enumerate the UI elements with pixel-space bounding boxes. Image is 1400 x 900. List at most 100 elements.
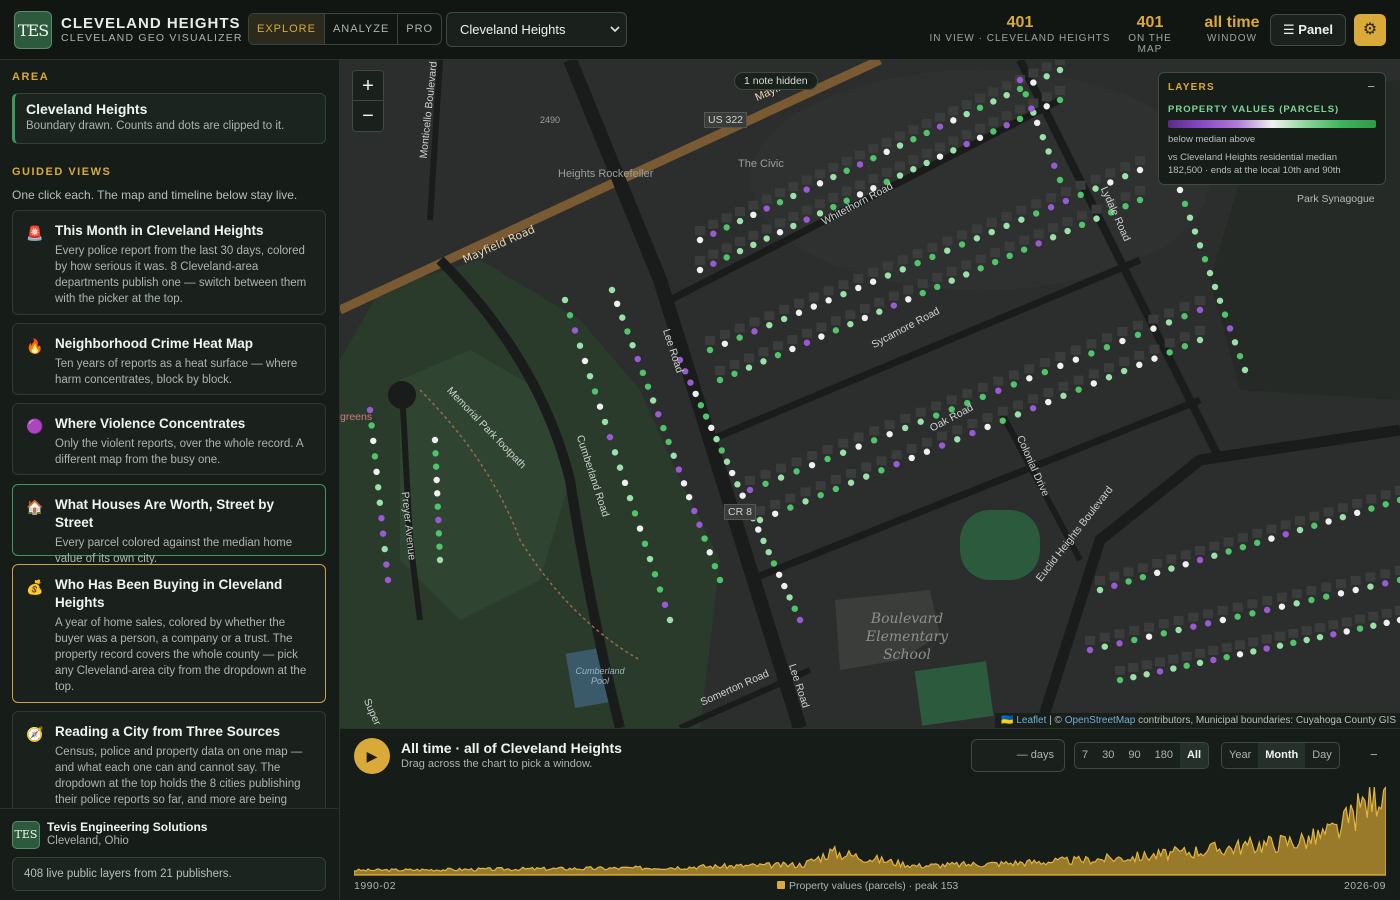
- house-footprint: [908, 155, 919, 165]
- house-footprint: [971, 224, 982, 234]
- house-footprint: [761, 224, 772, 234]
- play-button[interactable]: ▶: [354, 738, 390, 774]
- parcel-dot: [1249, 610, 1256, 617]
- city-select[interactable]: Cleveland Heights: [446, 12, 627, 47]
- guided-view-house-values[interactable]: 🏠 What Houses Are Worth, Street by Stree…: [12, 484, 326, 565]
- guided-view-title: Neighborhood Crime Heat Map: [55, 336, 254, 351]
- house-footprint: [882, 261, 893, 271]
- house-footprint: [1077, 210, 1088, 220]
- house-footprint: [1181, 651, 1192, 661]
- map-label-cr8: CR 8: [724, 504, 756, 520]
- guided-view-desc: Every parcel colored against the median …: [55, 537, 293, 565]
- parcel-dot: [1006, 252, 1013, 260]
- timeline-chart[interactable]: [354, 783, 1386, 879]
- parcel-dot: [1134, 331, 1142, 339]
- parcel-dot: [1236, 352, 1244, 360]
- parcel-dot: [644, 383, 652, 390]
- leaflet-link[interactable]: Leaflet: [1016, 715, 1046, 726]
- range-180[interactable]: 180: [1148, 743, 1180, 768]
- parcel-dot: [1016, 85, 1024, 93]
- parcel-dot: [950, 117, 957, 124]
- org-location: Cleveland, Ohio: [47, 835, 129, 847]
- parcel-dot: [1062, 197, 1070, 205]
- parcel-dot: [634, 355, 641, 363]
- settings-button[interactable]: ⚙: [1354, 14, 1386, 46]
- mode-explore-tab[interactable]: EXPLORE: [249, 14, 325, 44]
- parcel-dot: [847, 320, 854, 328]
- house-footprint: [788, 181, 799, 191]
- parcel-dot: [988, 228, 995, 236]
- parcel-dot: [934, 283, 941, 291]
- panel-toggle-button[interactable]: ☰ Panel: [1270, 14, 1346, 46]
- house-footprint: [1073, 375, 1084, 385]
- parcel-dot: [1370, 622, 1377, 629]
- baseline-text: vs Cleveland Heights residential median: [1168, 152, 1337, 163]
- layers-minimize-button[interactable]: −: [1367, 79, 1375, 94]
- house-footprint: [1041, 92, 1052, 102]
- house-footprint: [1088, 369, 1099, 379]
- attribution-text: contributors, Municipal boundaries: Cuya…: [1135, 715, 1396, 726]
- granularity-month[interactable]: Month: [1258, 743, 1306, 768]
- mode-pro-tab[interactable]: PRO: [398, 14, 441, 44]
- house-footprint: [785, 493, 796, 503]
- parcel-dot: [1119, 337, 1126, 345]
- house-footprint: [1115, 666, 1125, 675]
- timeline-legend: Property values (parcels) · peak 153: [777, 880, 958, 892]
- mode-analyze-tab[interactable]: ANALYZE: [325, 14, 399, 44]
- parcel-dot: [1166, 349, 1173, 356]
- parcel-dot: [1116, 676, 1124, 684]
- guided-view-buyers[interactable]: 💰 Who Has Been Buying in Cleveland Heigh…: [12, 564, 326, 703]
- parcel-dot: [706, 549, 713, 556]
- house-footprint: [1203, 609, 1214, 619]
- parcel-dot: [893, 460, 900, 468]
- guided-view-this-month[interactable]: 🚨 This Month in Cleveland Heights Every …: [12, 210, 326, 315]
- map-view[interactable]: Mayfield Road Mayfield US 322 Heights Ro…: [340, 60, 1400, 728]
- house-footprint: [1135, 186, 1145, 195]
- house-footprint: [1195, 648, 1205, 658]
- house-footprint: [961, 260, 972, 270]
- house-footprint: [764, 311, 775, 321]
- house-footprint: [828, 193, 839, 203]
- timeline-minimize-button[interactable]: −: [1370, 747, 1378, 762]
- house-footprint: [982, 412, 993, 422]
- range-7[interactable]: 7: [1075, 743, 1095, 768]
- zoom-out-button[interactable]: −: [353, 101, 383, 131]
- parcel-dot: [896, 142, 904, 149]
- range-90[interactable]: 90: [1121, 743, 1147, 768]
- parcel-dot: [660, 424, 667, 432]
- guided-view-desc: Ten years of reports as a heat surface —…: [55, 358, 298, 386]
- house-footprint: [801, 175, 812, 185]
- house-footprint: [1217, 606, 1228, 615]
- parcel-dot: [1176, 186, 1184, 194]
- days-input[interactable]: — days: [971, 739, 1065, 772]
- parcel-dot: [1236, 651, 1244, 658]
- osm-link[interactable]: OpenStreetMap: [1065, 715, 1136, 726]
- hidden-note-badge[interactable]: 1 note hidden: [734, 72, 818, 90]
- house-footprint: [830, 474, 841, 484]
- range-30[interactable]: 30: [1095, 743, 1121, 768]
- house-footprint: [1041, 62, 1052, 72]
- house-footprint: [1335, 579, 1346, 589]
- house-footprint: [787, 334, 798, 344]
- range-all[interactable]: All: [1179, 743, 1209, 768]
- parcel-dot: [576, 342, 584, 349]
- parcel-dot: [766, 321, 773, 329]
- guided-view-violence[interactable]: 🟣 Where Violence Concentrates Only the v…: [12, 403, 326, 475]
- granularity-year[interactable]: Year: [1222, 743, 1258, 768]
- granularity-day[interactable]: Day: [1305, 743, 1339, 768]
- zoom-in-button[interactable]: +: [353, 71, 383, 101]
- house-footprint: [1055, 351, 1066, 361]
- guided-view-heat-map[interactable]: 🔥 Neighborhood Crime Heat Map Ten years …: [12, 323, 326, 395]
- house-footprint: [745, 476, 755, 485]
- parcel-dot: [624, 328, 631, 335]
- live-layers-note[interactable]: 408 live public layers from 21 publisher…: [12, 857, 326, 891]
- parcel-dot: [1033, 119, 1041, 127]
- parcel-dot: [1223, 653, 1230, 661]
- parcel-dot: [1016, 115, 1024, 123]
- app-title: CLEVELAND HEIGHTS: [61, 15, 241, 32]
- layers-heading: LAYERS: [1168, 82, 1215, 93]
- parcel-dot: [571, 327, 579, 334]
- area-card[interactable]: Cleveland Heights Boundary drawn. Counts…: [12, 93, 326, 144]
- house-footprint: [1155, 657, 1165, 667]
- parcel-dot: [1316, 633, 1324, 641]
